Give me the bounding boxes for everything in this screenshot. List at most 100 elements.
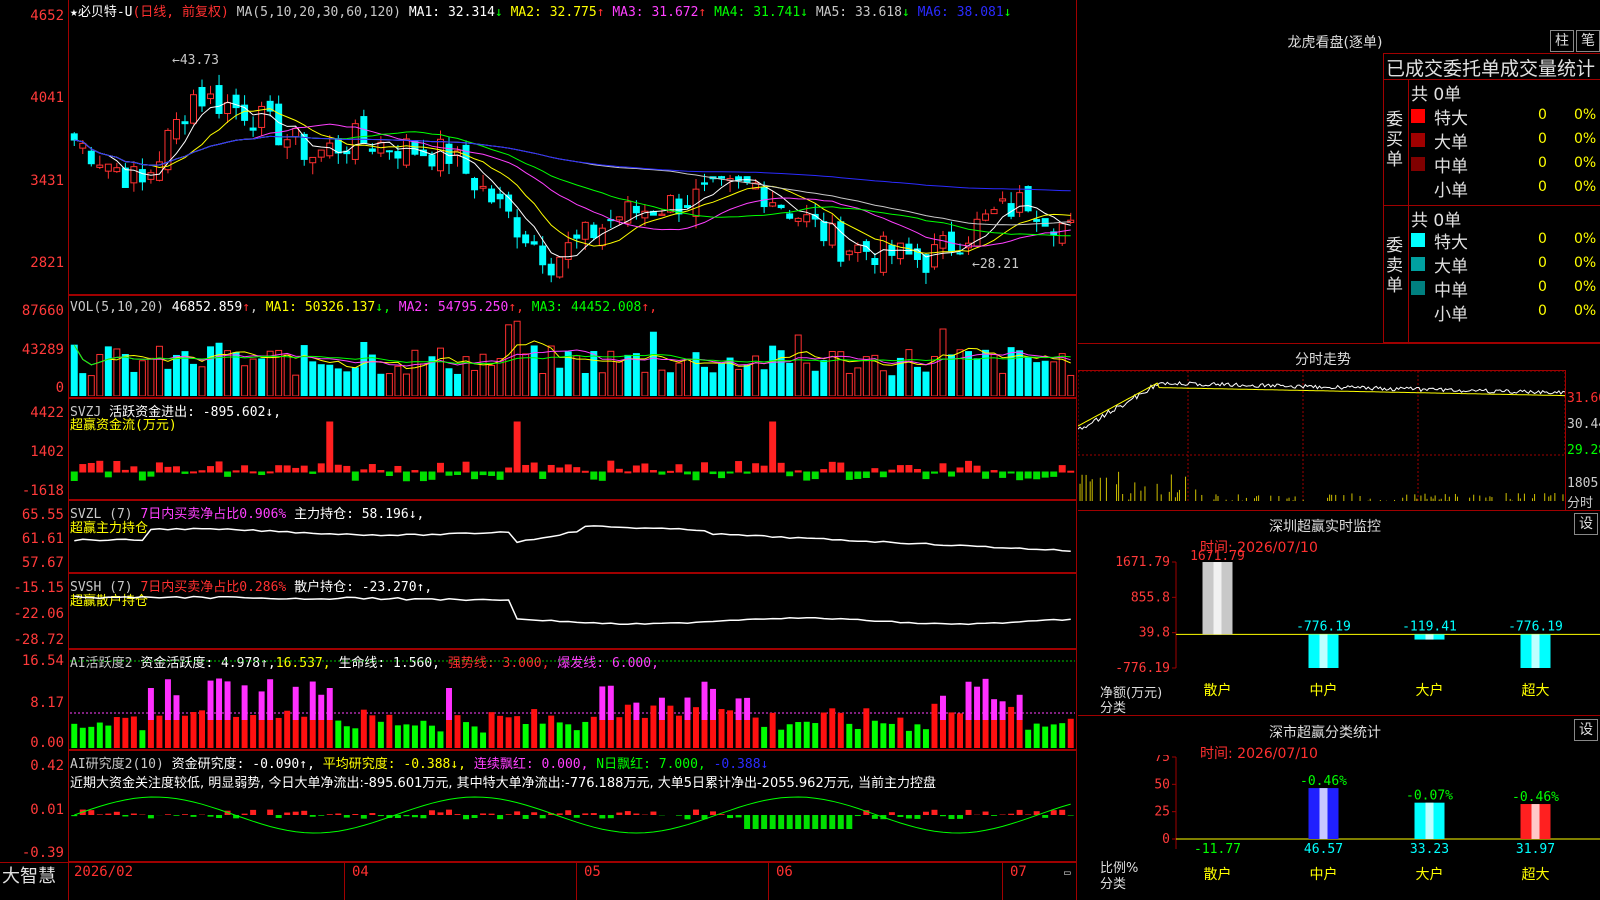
volume-bar bbox=[121, 354, 129, 396]
volume-bar bbox=[888, 375, 896, 396]
ai-activity-bar bbox=[752, 717, 759, 748]
ai-activity-bar bbox=[71, 723, 78, 748]
ai-activity-bar bbox=[326, 688, 333, 720]
category-label: 中户 bbox=[1310, 682, 1338, 699]
ai-research-bar bbox=[360, 815, 367, 819]
volume-bar bbox=[164, 368, 172, 396]
buy-row-pct: 0% bbox=[1574, 155, 1597, 171]
lock-icon[interactable]: ▭ bbox=[1064, 866, 1074, 879]
vol-ma-values: MA1: 50326.137↓, MA2: 54795.250↑, MA3: 4… bbox=[266, 300, 657, 315]
ai-activity-bar bbox=[139, 730, 146, 748]
ai-activity-bar bbox=[514, 716, 521, 748]
ai-activity-bar bbox=[267, 720, 274, 748]
svzj-bar bbox=[334, 464, 342, 473]
ai-activity-bar bbox=[96, 722, 103, 748]
svzj-bar bbox=[121, 469, 129, 473]
volume-bar bbox=[360, 341, 368, 396]
candle-y-tick: 2821 bbox=[30, 255, 64, 271]
volume-bar bbox=[172, 354, 180, 396]
volume-bar bbox=[607, 350, 615, 396]
ai-research-bar bbox=[616, 812, 623, 815]
ai-research-bar bbox=[752, 815, 759, 829]
volume-bar bbox=[573, 355, 581, 396]
svzj-bar bbox=[241, 465, 249, 473]
volume-bar bbox=[1007, 347, 1015, 396]
svzj-bar bbox=[965, 460, 973, 473]
candle-body bbox=[513, 217, 521, 238]
ai-activity-bar bbox=[786, 724, 793, 748]
ai-research-bar bbox=[590, 813, 597, 815]
volume-bar bbox=[820, 360, 828, 396]
ai-research-bar bbox=[497, 815, 504, 820]
ai-research-bar bbox=[488, 813, 495, 815]
lhb-divider bbox=[1408, 79, 1409, 343]
volume-bar bbox=[479, 353, 487, 396]
ai-research-bar bbox=[991, 815, 998, 816]
sz-class-settings-button[interactable]: 设 bbox=[1574, 719, 1598, 741]
ai-activity-bar bbox=[539, 723, 546, 748]
svzj-bar bbox=[343, 465, 351, 473]
vol-arrow: ↑ bbox=[242, 300, 251, 315]
ai-research-bar bbox=[1059, 809, 1066, 815]
ma-line bbox=[74, 108, 1071, 254]
ai-activity-bar bbox=[411, 725, 418, 748]
svzj-y-tick: 4422 bbox=[30, 405, 64, 421]
ai-research-bar bbox=[1042, 815, 1049, 818]
buy-row-pct: 0% bbox=[1574, 107, 1597, 123]
volume-bar bbox=[675, 362, 683, 396]
ai-activity-bar bbox=[846, 723, 853, 748]
bar-top-label: -0.46% bbox=[1512, 790, 1559, 805]
ai-activity-bar bbox=[897, 717, 904, 748]
vol-ma-line bbox=[73, 340, 1071, 370]
volume-bar bbox=[1067, 374, 1075, 396]
brand-logo[interactable]: 大智慧 bbox=[2, 862, 56, 888]
svzj-bar bbox=[96, 460, 104, 473]
intraday-price-tick: 30.44 bbox=[1567, 417, 1600, 432]
ai-research-bar bbox=[437, 812, 444, 815]
ai-activity-bar bbox=[352, 728, 359, 748]
ai-activity-bar bbox=[914, 724, 921, 748]
sell-row-pct: 0% bbox=[1574, 279, 1597, 295]
sell-row-pct: 0% bbox=[1574, 255, 1597, 271]
ai-activity-bar bbox=[607, 685, 614, 720]
svzj-bar bbox=[138, 471, 146, 481]
bar-value-label: 46.57 bbox=[1304, 842, 1343, 857]
ai-research-bar bbox=[982, 811, 989, 815]
vol-label: VOL(5,10,20) bbox=[70, 300, 164, 315]
ai-research-bar bbox=[301, 810, 308, 815]
ai-research-bar bbox=[88, 810, 95, 815]
svzj-bar bbox=[828, 461, 836, 473]
pen-mode-button[interactable]: 笔 bbox=[1576, 30, 1600, 52]
sz-monitor-settings-button[interactable]: 设 bbox=[1574, 513, 1598, 535]
ai-activity-bar bbox=[888, 723, 895, 748]
ai-activity-bar bbox=[548, 715, 555, 748]
ai-research-bar bbox=[480, 813, 487, 815]
candle-body bbox=[718, 176, 726, 179]
volume-bar bbox=[155, 345, 163, 396]
ai-research-bar bbox=[556, 813, 563, 815]
svzj-bar bbox=[113, 460, 121, 473]
ai-activity-bar bbox=[991, 720, 998, 748]
ai-research-bar bbox=[71, 815, 78, 817]
bar-mode-button[interactable]: 柱 bbox=[1550, 30, 1574, 52]
svzj-bar bbox=[786, 471, 794, 477]
volume-bar bbox=[649, 331, 657, 396]
ai-activity-bar bbox=[957, 713, 964, 748]
chart-area[interactable]: ★必贝特-U(日线, 前复权) MA(5,10,20,30,60,120) MA… bbox=[0, 0, 1077, 900]
volume-bar bbox=[752, 355, 760, 396]
svzj-bar bbox=[556, 467, 564, 473]
ai-research-value: 资金研究度: -0.090↑, bbox=[171, 757, 315, 772]
svzj-bar bbox=[999, 471, 1007, 478]
candle-body bbox=[786, 213, 794, 219]
sz-monitor-chart: 1671.79 855.8 39.8 -776.19 1671.79 散户 -776.19 中… bbox=[1115, 550, 1600, 699]
ai-activity-bar bbox=[607, 720, 614, 748]
ai-research-bar bbox=[284, 812, 291, 815]
svzj-bar bbox=[283, 465, 291, 473]
volume-bar bbox=[803, 362, 811, 396]
svzj-bar bbox=[913, 469, 921, 473]
intraday-price-tick: 29.28 bbox=[1567, 443, 1600, 458]
candle-body bbox=[939, 235, 947, 249]
ai-research-bar bbox=[352, 814, 359, 815]
svzj-bar bbox=[368, 464, 376, 473]
candle-body bbox=[530, 241, 538, 245]
